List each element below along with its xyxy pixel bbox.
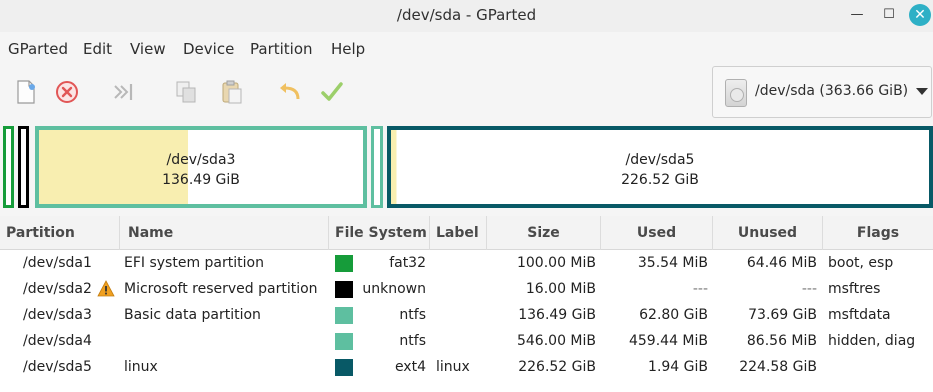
cell-flags: msftres [828,281,881,297]
column-header-used[interactable]: Used [601,216,713,250]
fs-color-swatch [335,307,353,324]
chevron-down-icon [916,88,928,95]
menu-help[interactable]: Help [331,40,365,58]
cell-file-system: fat32 [389,255,426,271]
menu-gparted[interactable]: GParted [8,40,68,58]
cell-used: 1.94 GiB [648,359,708,375]
column-header-name[interactable]: Name [120,216,329,250]
cell-size: 546.00 MiB [516,333,596,349]
column-header-partition[interactable]: Partition [0,216,120,250]
fs-color-swatch [335,359,353,376]
resize-move-icon[interactable] [110,78,138,106]
title-bar: /dev/sda - GParted — ☐ ✕ [0,0,933,32]
copy-icon[interactable] [172,78,200,106]
cell-unused: 64.46 MiB [746,255,817,271]
menu-partition[interactable]: Partition [250,40,313,58]
partition-map: /dev/sda3 136.49 GiB /dev/sda5 226.52 Gi… [0,120,933,212]
disk-icon [725,79,747,107]
menu-device[interactable]: Device [183,40,234,58]
menu-edit[interactable]: Edit [83,40,112,58]
cell-size: 100.00 MiB [516,255,596,271]
fs-color-swatch [335,255,353,272]
table-header: Partition Name File System Label Size Us… [0,216,933,250]
partition-map-sda4[interactable] [371,126,383,208]
cell-unused: 86.56 MiB [746,333,817,349]
column-header-label[interactable]: Label [430,216,487,250]
delete-icon[interactable] [53,78,81,106]
cell-partition: /dev/sda4 [23,333,92,349]
cell-used: 35.54 MiB [637,255,708,271]
cell-name: Microsoft reserved partition [124,281,318,297]
table-row[interactable]: /dev/sda3 Basic data partition ntfs 136.… [0,302,933,328]
column-header-flags[interactable]: Flags [823,216,933,250]
fs-color-swatch [335,333,353,350]
table-row[interactable]: /dev/sda2 Microsoft reserved partition u… [0,276,933,302]
cell-label: linux [436,359,470,375]
partition-map-sda3[interactable]: /dev/sda3 136.49 GiB [35,126,367,208]
device-selector[interactable]: /dev/sda (363.66 GiB) [712,66,932,118]
cell-flags: hidden, diag [828,333,916,349]
partition-map-sda1[interactable] [3,126,14,208]
new-icon[interactable] [12,78,40,106]
column-header-size[interactable]: Size [487,216,601,250]
column-header-file-system[interactable]: File System [329,216,430,250]
cell-partition: /dev/sda1 [23,255,92,271]
partition-table: Partition Name File System Label Size Us… [0,216,933,392]
cell-flags: msftdata [828,307,891,323]
maximize-button[interactable]: ☐ [878,4,900,26]
cell-unused: --- [801,281,817,297]
cell-size: 136.49 GiB [518,307,596,323]
cell-partition: /dev/sda2 [23,281,92,297]
cell-used: 459.44 MiB [628,333,708,349]
partition-map-sda5-label: /dev/sda5 226.52 GiB [621,152,699,188]
menu-bar: GParted Edit View Device Partition Help [0,32,933,64]
cell-size: 16.00 MiB [525,281,596,297]
table-row[interactable]: /dev/sda5 linux ext4 linux 226.52 GiB 1.… [0,354,933,380]
cell-name: EFI system partition [124,255,264,271]
paste-icon[interactable] [218,78,246,106]
fs-color-swatch [335,281,353,298]
warning-icon [97,280,115,297]
cell-used: --- [692,281,708,297]
cell-file-system: unknown [362,281,426,297]
window-title: /dev/sda - GParted [396,6,537,24]
cell-flags: boot, esp [828,255,894,271]
partition-map-sda3-label: /dev/sda3 136.49 GiB [162,152,240,188]
cell-partition: /dev/sda5 [23,359,92,375]
cell-file-system: ext4 [394,359,426,375]
cell-file-system: ntfs [399,333,426,349]
menu-view[interactable]: View [130,40,166,58]
cell-partition: /dev/sda3 [23,307,92,323]
table-row[interactable]: /dev/sda4 ntfs 546.00 MiB 459.44 MiB 86.… [0,328,933,354]
cell-name: linux [124,359,158,375]
partition-map-sda2[interactable] [18,126,29,208]
minimize-button[interactable]: — [846,4,868,26]
cell-unused: 73.69 GiB [748,307,817,323]
partition-map-sda5[interactable]: /dev/sda5 226.52 GiB [387,126,933,208]
cell-name: Basic data partition [124,307,261,323]
close-button[interactable]: ✕ [909,4,931,26]
apply-icon[interactable] [318,78,346,106]
device-selector-label: /dev/sda (363.66 GiB) [755,83,909,99]
cell-used: 62.80 GiB [639,307,708,323]
cell-unused: 224.58 GiB [739,359,817,375]
cell-file-system: ntfs [399,307,426,323]
undo-icon[interactable] [276,78,304,106]
cell-size: 226.52 GiB [518,359,596,375]
column-header-unused[interactable]: Unused [713,216,823,250]
table-row[interactable]: /dev/sda1 EFI system partition fat32 100… [0,250,933,276]
